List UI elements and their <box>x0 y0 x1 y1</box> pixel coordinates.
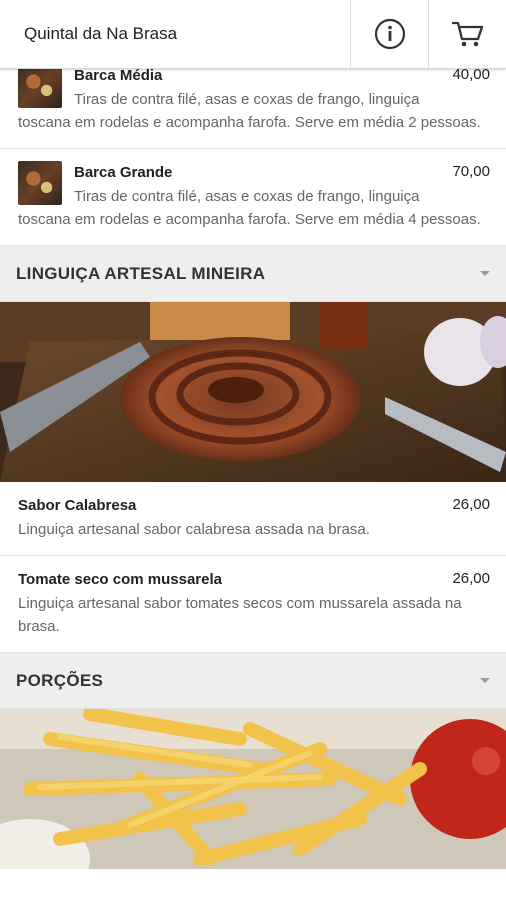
item-price: 70,00 <box>452 163 490 180</box>
chevron-down-icon <box>480 678 490 683</box>
section-header-porcoes[interactable]: PORÇÕES <box>0 653 506 709</box>
item-description-first-line: Tiras de contra filé, asas e coxas de fr… <box>74 91 420 108</box>
item-name: Tomate seco com mussarela <box>18 571 222 588</box>
item-description: Tiras de contra filé, asas e coxas de fr… <box>18 88 488 134</box>
chevron-down-icon <box>480 271 490 276</box>
menu-item-tomate-seco[interactable]: Tomate seco com mussarela 26,00 Linguiça… <box>0 556 506 653</box>
item-description-rest: toscana em rodelas e acompanha farofa. S… <box>18 114 481 131</box>
item-thumbnail <box>18 64 62 108</box>
item-description: Linguiça artesanal sabor calabresa assad… <box>18 521 370 538</box>
info-icon <box>374 18 405 50</box>
item-description-rest: toscana em rodelas e acompanha farofa. S… <box>18 211 481 228</box>
menu-item-barca-grande[interactable]: Barca Grande 70,00 Tiras de contra filé,… <box>0 149 506 246</box>
item-thumbnail <box>18 161 62 205</box>
menu-list: Barca Média 40,00 Tiras de contra filé, … <box>0 52 506 869</box>
section-header-linguica[interactable]: LINGUIÇA ARTESAL MINEIRA <box>0 246 506 302</box>
fries-banner-image <box>0 709 506 869</box>
section-title: LINGUIÇA ARTESAL MINEIRA <box>16 263 266 283</box>
item-name: Sabor Calabresa <box>18 497 137 514</box>
item-description: Tiras de contra filé, asas e coxas de fr… <box>18 185 488 231</box>
app-title: Quintal da Na Brasa <box>24 24 178 43</box>
section-title: PORÇÕES <box>16 670 104 690</box>
sausage-banner-image <box>0 302 506 482</box>
cart-button[interactable] <box>428 0 506 68</box>
item-price: 26,00 <box>452 570 490 587</box>
item-price: 26,00 <box>452 496 490 513</box>
item-description: Linguiça artesanal sabor tomates secos c… <box>18 595 462 635</box>
item-description-first-line: Tiras de contra filé, asas e coxas de fr… <box>74 188 420 205</box>
menu-item-sabor-calabresa[interactable]: Sabor Calabresa 26,00 Linguiça artesanal… <box>0 482 506 556</box>
app-header: Quintal da Na Brasa <box>0 0 506 69</box>
item-name: Barca Grande <box>74 164 173 181</box>
cart-icon <box>451 21 483 47</box>
info-button[interactable] <box>350 0 428 68</box>
item-name: Barca Média <box>74 67 163 84</box>
